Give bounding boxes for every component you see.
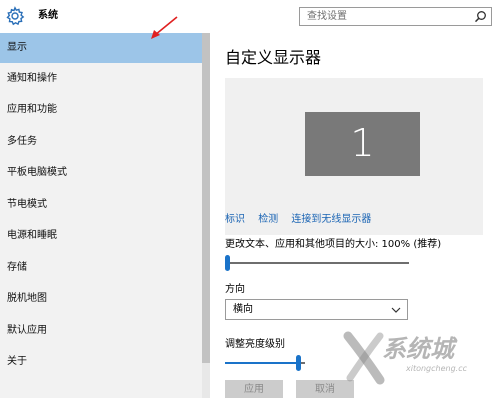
apply-button[interactable]: 应用 xyxy=(225,380,283,398)
sidebar-item-default-apps[interactable]: 默认应用 xyxy=(0,316,202,346)
search-placeholder: 查找设置 xyxy=(307,11,347,22)
orientation-dropdown[interactable]: 横向 xyxy=(225,299,408,320)
sidebar-item-multitasking[interactable]: 多任务 xyxy=(0,127,202,157)
section-title: 自定义显示器 xyxy=(225,48,322,67)
identify-link[interactable]: 标识 xyxy=(225,214,245,225)
settings-window: 系统 查找设置 显示 通知和操作 应用和功能 多任务 平板电脑模式 节电模式 电… xyxy=(0,0,503,398)
slider-thumb[interactable] xyxy=(225,255,230,271)
sidebar: 显示 通知和操作 应用和功能 多任务 平板电脑模式 节电模式 电源和睡眠 存储 … xyxy=(0,33,210,398)
display-arrangement-area: 1 xyxy=(225,78,483,235)
watermark-text: 系统城 xyxy=(382,335,454,363)
brightness-label: 调整亮度级别 xyxy=(225,339,285,350)
orientation-label: 方向 xyxy=(225,284,245,295)
brightness-slider[interactable] xyxy=(225,355,305,371)
watermark-logo: 系统城 xitongcheng.cc xyxy=(340,326,503,398)
search-input[interactable]: 查找设置 xyxy=(299,7,492,26)
sidebar-item-battery-saver[interactable]: 节电模式 xyxy=(0,190,202,220)
sidebar-item-offline-maps[interactable]: 脱机地图 xyxy=(0,284,202,314)
monitor-tile[interactable]: 1 xyxy=(305,112,420,176)
sidebar-item-tablet-mode[interactable]: 平板电脑模式 xyxy=(0,158,202,188)
sidebar-item-power-sleep[interactable]: 电源和睡眠 xyxy=(0,221,202,251)
sidebar-item-about[interactable]: 关于 xyxy=(0,347,202,377)
watermark-subtext: xitongcheng.cc xyxy=(406,364,468,373)
watermark-x-icon xyxy=(343,331,385,385)
search-icon[interactable] xyxy=(474,10,487,23)
detect-link[interactable]: 检测 xyxy=(258,214,278,225)
header-bar: 系统 查找设置 xyxy=(0,0,503,33)
slider-fill xyxy=(225,362,299,364)
gear-icon xyxy=(6,6,25,26)
slider-thumb[interactable] xyxy=(296,355,302,371)
display-links: 标识 检测 连接到无线显示器 xyxy=(225,213,381,227)
scale-label: 更改文本、应用和其他项目的大小: 100% (推荐) xyxy=(225,239,442,250)
scale-slider[interactable] xyxy=(225,255,409,271)
chevron-down-icon xyxy=(391,307,401,313)
sidebar-item-storage[interactable]: 存储 xyxy=(0,253,202,283)
page-title: 系统 xyxy=(38,10,58,21)
annotation-arrow-icon xyxy=(151,16,178,39)
sidebar-item-notifications[interactable]: 通知和操作 xyxy=(0,64,202,94)
connect-wireless-link[interactable]: 连接到无线显示器 xyxy=(291,214,371,225)
sidebar-item-apps[interactable]: 应用和功能 xyxy=(0,95,202,125)
sidebar-scrollbar-thumb[interactable] xyxy=(202,33,210,363)
slider-track xyxy=(225,262,409,264)
monitor-number: 1 xyxy=(350,121,375,165)
orientation-value: 横向 xyxy=(233,304,253,315)
